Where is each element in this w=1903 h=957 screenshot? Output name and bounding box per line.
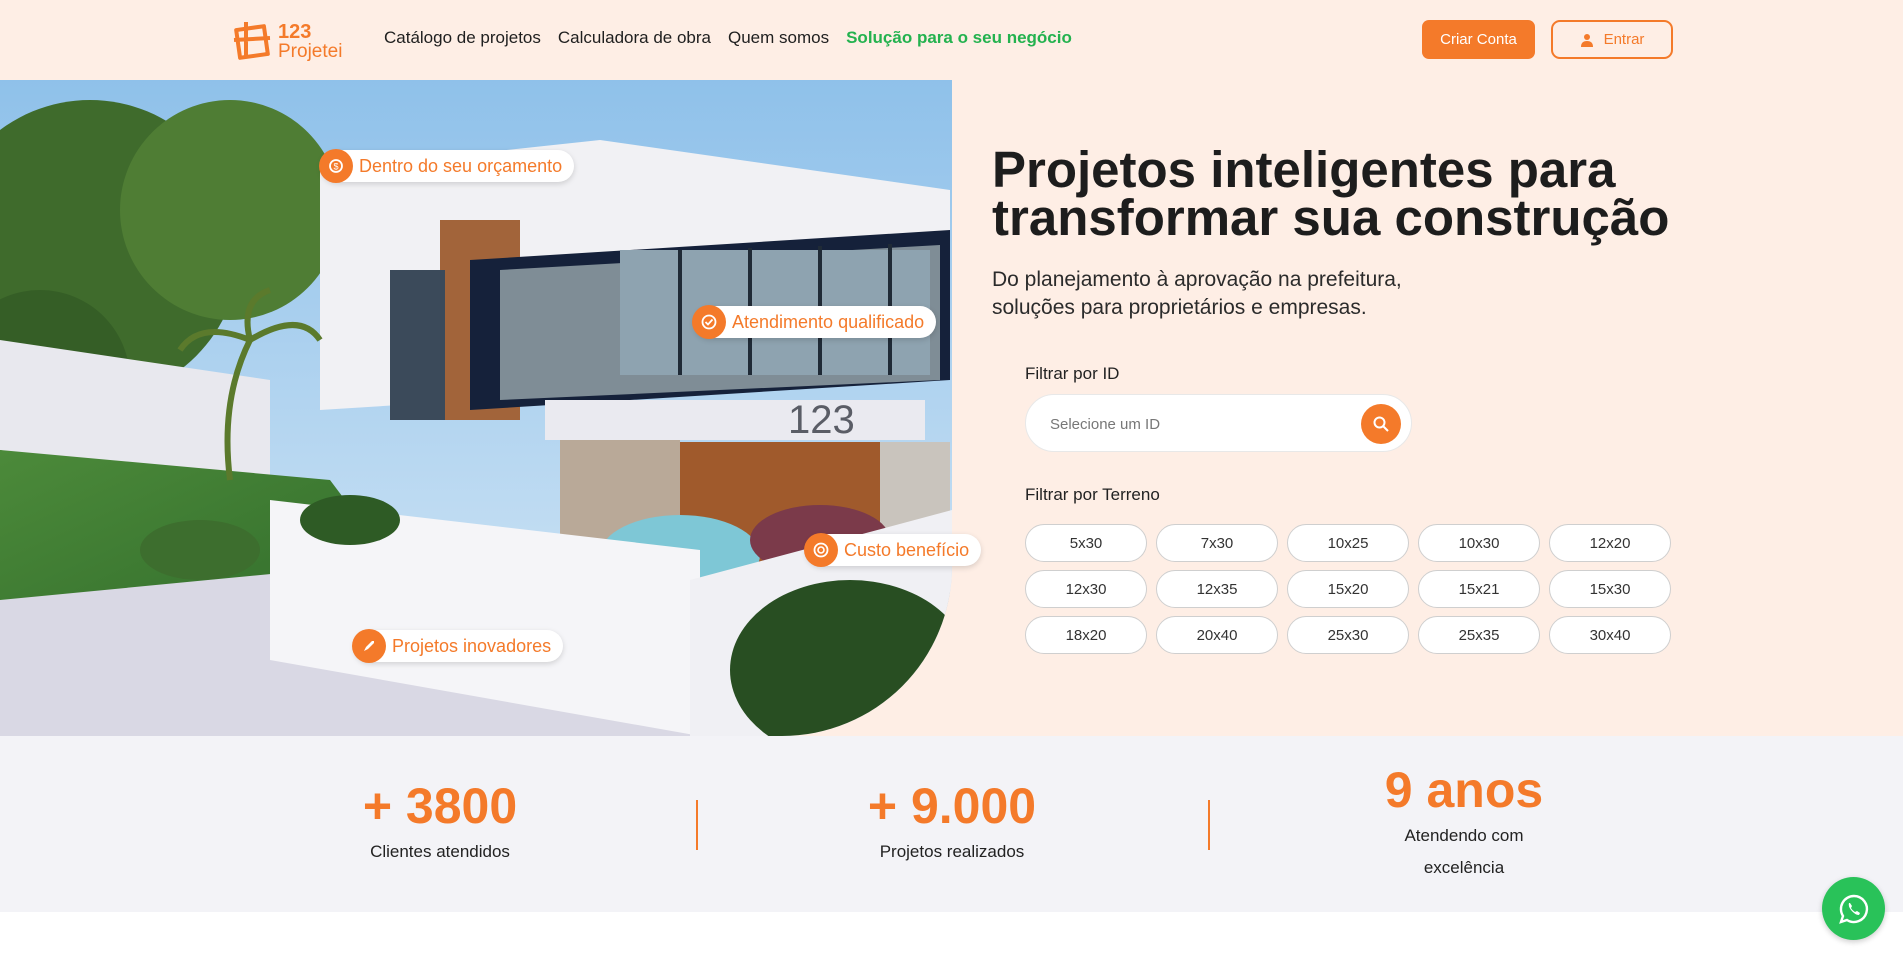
- terrain-chip[interactable]: 15x20: [1287, 570, 1409, 608]
- logo-name: Projetei: [278, 40, 343, 62]
- nav-item-about[interactable]: Quem somos: [728, 28, 829, 48]
- terrain-chip[interactable]: 15x30: [1549, 570, 1671, 608]
- stat-years-label-line2: excelência: [1423, 858, 1505, 877]
- terrain-chip[interactable]: 15x21: [1418, 570, 1540, 608]
- nav-item-business[interactable]: Solução para o seu negócio: [846, 28, 1072, 48]
- stat-clients-label: Clientes atendidos: [370, 842, 510, 861]
- badge-cost-label: Custo benefício: [844, 539, 970, 560]
- stat-projects-value: + 9.000: [867, 778, 1037, 834]
- search-icon: [1373, 416, 1389, 432]
- terrain-chip-grid: 5x30 7x30 10x25 10x30 12x20 12x30 12x35 …: [1025, 524, 1673, 654]
- whatsapp-button[interactable]: [1822, 877, 1885, 940]
- stat-clients: + 3800 Clientes atendidos: [340, 776, 540, 868]
- login-label: Entrar: [1603, 31, 1645, 48]
- budget-icon: $: [319, 149, 353, 183]
- hero-subtitle-line2: soluções para proprietários e empresas.: [992, 296, 1367, 319]
- hero-subtitle: Do planejamento à aprovação na prefeitur…: [992, 266, 1512, 322]
- hero-title-line2: transformar sua construção: [992, 189, 1670, 246]
- create-account-button[interactable]: Criar Conta: [1422, 20, 1535, 59]
- badge-check-icon: [692, 305, 726, 339]
- stat-projects: + 9.000 Projetos realizados: [852, 776, 1052, 868]
- house-number: 123: [788, 398, 855, 442]
- terrain-chip[interactable]: 25x30: [1287, 616, 1409, 654]
- terrain-chip[interactable]: 7x30: [1156, 524, 1278, 562]
- nav-item-catalog[interactable]: Catálogo de projetos: [384, 28, 541, 48]
- terrain-chip[interactable]: 12x20: [1549, 524, 1671, 562]
- stat-projects-label: Projetos realizados: [879, 842, 1025, 861]
- stat-divider: [696, 800, 698, 850]
- terrain-chip[interactable]: 18x20: [1025, 616, 1147, 654]
- cost-icon: [804, 533, 838, 567]
- id-search-input[interactable]: [1050, 411, 1350, 437]
- terrain-chip[interactable]: 25x35: [1418, 616, 1540, 654]
- rocket-icon: [352, 629, 386, 663]
- terrain-chip[interactable]: 20x40: [1156, 616, 1278, 654]
- whatsapp-icon: [1838, 894, 1868, 924]
- user-icon: [1580, 33, 1593, 47]
- filter-id-label: Filtrar por ID: [1025, 364, 1120, 383]
- stats-section: + 3800 Clientes atendidos + 9.000 Projet…: [0, 736, 1903, 912]
- badge-budget: $ Dentro do seu orçamento: [319, 149, 575, 183]
- nav-item-calculator[interactable]: Calculadora de obra: [558, 28, 711, 48]
- logo-icon: [233, 22, 271, 60]
- stat-years-value: 9 anos: [1384, 762, 1544, 818]
- logo[interactable]: 123 Projetei: [232, 18, 347, 64]
- id-search-box: [1025, 394, 1412, 452]
- terrain-chip[interactable]: 30x40: [1549, 616, 1671, 654]
- badge-innovative: Projetos inovadores: [352, 629, 564, 663]
- svg-text:$: $: [333, 162, 338, 172]
- stat-clients-value: + 3800: [362, 778, 518, 834]
- terrain-chip[interactable]: 12x35: [1156, 570, 1278, 608]
- id-search-button[interactable]: [1361, 404, 1401, 444]
- hero-section: 123 $ Dentro do seu orçamento Atendiment…: [0, 80, 1903, 736]
- badge-service: Atendimento qualificado: [692, 305, 937, 339]
- filter-terrain-label: Filtrar por Terreno: [1025, 485, 1160, 504]
- logo-number: 123: [278, 20, 312, 43]
- badge-budget-label: Dentro do seu orçamento: [359, 155, 563, 176]
- hero-subtitle-line1: Do planejamento à aprovação na prefeitur…: [992, 268, 1402, 291]
- terrain-chip[interactable]: 10x30: [1418, 524, 1540, 562]
- terrain-chip[interactable]: 10x25: [1287, 524, 1409, 562]
- terrain-chip[interactable]: 5x30: [1025, 524, 1147, 562]
- stat-years: 9 anos Atendendo com excelência: [1364, 760, 1564, 884]
- stat-years-label-line1: Atendendo com: [1404, 826, 1524, 845]
- hero-title: Projetos inteligentes para transformar s…: [992, 144, 1712, 243]
- stat-divider: [1208, 800, 1210, 850]
- login-button[interactable]: Entrar: [1551, 20, 1673, 59]
- badge-cost: Custo benefício: [804, 533, 982, 567]
- main-nav: Catálogo de projetos Calculadora de obra…: [384, 28, 1072, 48]
- site-header: 123 Projetei Catálogo de projetos Calcul…: [0, 0, 1903, 80]
- badge-innovative-label: Projetos inovadores: [392, 635, 552, 656]
- terrain-chip[interactable]: 12x30: [1025, 570, 1147, 608]
- badge-service-label: Atendimento qualificado: [732, 311, 925, 332]
